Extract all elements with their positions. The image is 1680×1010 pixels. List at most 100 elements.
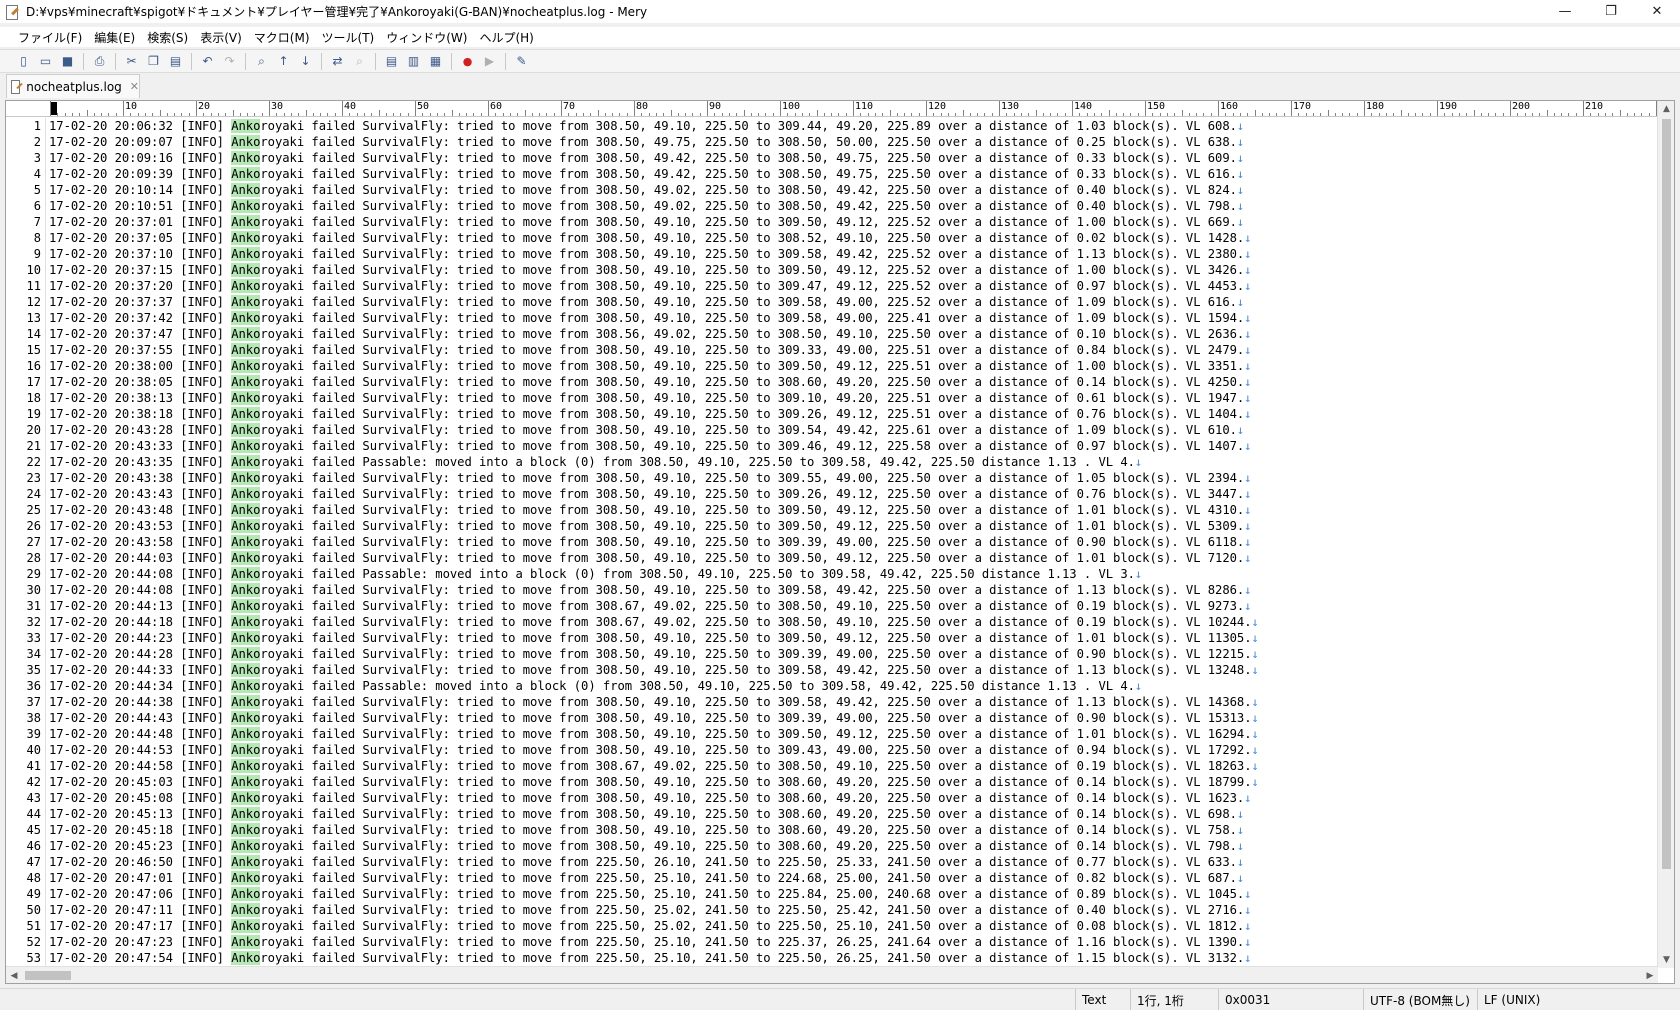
status-cursor-position[interactable]: 1行, 1桁 xyxy=(1130,989,1218,1010)
menu-item-6[interactable]: ウィンドウ(W) xyxy=(380,29,473,46)
macro-record-icon[interactable]: ● xyxy=(458,52,477,71)
tab-nocheatplus-log[interactable]: nocheatplus.log ✕ xyxy=(6,74,140,98)
menu-item-1[interactable]: 編集(E) xyxy=(88,29,141,46)
scroll-down-icon[interactable]: ▼ xyxy=(1658,952,1674,968)
redo-icon[interactable]: ↷ xyxy=(220,52,239,71)
log-line[interactable]: 17-02-20 20:45:18 [INFO] Ankoroyaki fail… xyxy=(49,822,1657,838)
scroll-up-icon[interactable]: ▲ xyxy=(1658,101,1674,117)
horizontal-scroll-thumb[interactable] xyxy=(25,971,71,980)
paste-icon[interactable]: ▤ xyxy=(166,52,185,71)
log-line[interactable]: 17-02-20 20:43:53 [INFO] Ankoroyaki fail… xyxy=(49,518,1657,534)
log-line[interactable]: 17-02-20 20:45:13 [INFO] Ankoroyaki fail… xyxy=(49,806,1657,822)
log-line[interactable]: 17-02-20 20:06:32 [INFO] Ankoroyaki fail… xyxy=(49,118,1657,134)
log-line[interactable]: 17-02-20 20:37:01 [INFO] Ankoroyaki fail… xyxy=(49,214,1657,230)
log-line[interactable]: 17-02-20 20:46:50 [INFO] Ankoroyaki fail… xyxy=(49,854,1657,870)
log-line[interactable]: 17-02-20 20:47:11 [INFO] Ankoroyaki fail… xyxy=(49,902,1657,918)
log-line[interactable]: 17-02-20 20:37:55 [INFO] Ankoroyaki fail… xyxy=(49,342,1657,358)
menu-item-2[interactable]: 検索(S) xyxy=(141,29,194,46)
scroll-right-icon[interactable]: ▶ xyxy=(1642,967,1658,983)
cut-icon[interactable]: ✂ xyxy=(122,52,141,71)
find-in-files-icon[interactable]: ⌕ xyxy=(350,52,369,71)
view-split-icon[interactable]: ▥ xyxy=(404,52,423,71)
menu-item-7[interactable]: ヘルプ(H) xyxy=(473,29,539,46)
log-line[interactable]: 17-02-20 20:09:16 [INFO] Ankoroyaki fail… xyxy=(49,150,1657,166)
view-columns-icon[interactable]: ▦ xyxy=(426,52,445,71)
log-line[interactable]: 17-02-20 20:44:58 [INFO] Ankoroyaki fail… xyxy=(49,758,1657,774)
log-line[interactable]: 17-02-20 20:47:17 [INFO] Ankoroyaki fail… xyxy=(49,918,1657,934)
log-line[interactable]: 17-02-20 20:43:35 [INFO] Ankoroyaki fail… xyxy=(49,454,1657,470)
view-single-icon[interactable]: ▤ xyxy=(382,52,401,71)
find-icon[interactable]: ⌕ xyxy=(252,52,271,71)
status-encoding[interactable]: UTF-8 (BOM無し) xyxy=(1363,989,1477,1010)
find-next-icon[interactable]: ↓ xyxy=(296,52,315,71)
log-line[interactable]: 17-02-20 20:38:00 [INFO] Ankoroyaki fail… xyxy=(49,358,1657,374)
log-line[interactable]: 17-02-20 20:37:10 [INFO] Ankoroyaki fail… xyxy=(49,246,1657,262)
menu-item-0[interactable]: ファイル(F) xyxy=(12,29,88,46)
save-icon[interactable]: ■ xyxy=(58,52,77,71)
replace-icon[interactable]: ⇄ xyxy=(328,52,347,71)
log-line[interactable]: 17-02-20 20:44:34 [INFO] Ankoroyaki fail… xyxy=(49,678,1657,694)
vertical-scroll-thumb[interactable] xyxy=(1662,119,1671,869)
log-line[interactable]: 17-02-20 20:43:28 [INFO] Ankoroyaki fail… xyxy=(49,422,1657,438)
tools-icon[interactable]: ✎ xyxy=(512,52,531,71)
log-line[interactable]: 17-02-20 20:37:05 [INFO] Ankoroyaki fail… xyxy=(49,230,1657,246)
log-line[interactable]: 17-02-20 20:37:20 [INFO] Ankoroyaki fail… xyxy=(49,278,1657,294)
text-lines[interactable]: 17-02-20 20:06:32 [INFO] Ankoroyaki fail… xyxy=(49,118,1657,968)
log-line[interactable]: 17-02-20 20:44:28 [INFO] Ankoroyaki fail… xyxy=(49,646,1657,662)
log-line[interactable]: 17-02-20 20:47:06 [INFO] Ankoroyaki fail… xyxy=(49,886,1657,902)
log-line[interactable]: 17-02-20 20:37:47 [INFO] Ankoroyaki fail… xyxy=(49,326,1657,342)
log-line[interactable]: 17-02-20 20:43:43 [INFO] Ankoroyaki fail… xyxy=(49,486,1657,502)
status-line-ending[interactable]: LF (UNIX) xyxy=(1477,989,1680,1010)
log-line[interactable]: 17-02-20 20:47:23 [INFO] Ankoroyaki fail… xyxy=(49,934,1657,950)
log-line[interactable]: 17-02-20 20:10:14 [INFO] Ankoroyaki fail… xyxy=(49,182,1657,198)
log-line[interactable]: 17-02-20 20:43:48 [INFO] Ankoroyaki fail… xyxy=(49,502,1657,518)
macro-play-icon[interactable]: ▶ xyxy=(480,52,499,71)
log-line[interactable]: 17-02-20 20:09:39 [INFO] Ankoroyaki fail… xyxy=(49,166,1657,182)
editor-area[interactable]: 0102030405060708090100110120130140150160… xyxy=(5,100,1675,984)
horizontal-scrollbar[interactable]: ◀ ▶ xyxy=(6,966,1658,983)
undo-icon[interactable]: ↶ xyxy=(198,52,217,71)
log-line[interactable]: 17-02-20 20:45:08 [INFO] Ankoroyaki fail… xyxy=(49,790,1657,806)
log-line[interactable]: 17-02-20 20:38:05 [INFO] Ankoroyaki fail… xyxy=(49,374,1657,390)
close-button[interactable]: ✕ xyxy=(1634,0,1680,23)
log-line[interactable]: 17-02-20 20:44:08 [INFO] Ankoroyaki fail… xyxy=(49,566,1657,582)
log-line[interactable]: 17-02-20 20:45:03 [INFO] Ankoroyaki fail… xyxy=(49,774,1657,790)
scroll-left-icon[interactable]: ◀ xyxy=(6,967,22,983)
log-line[interactable]: 17-02-20 20:44:13 [INFO] Ankoroyaki fail… xyxy=(49,598,1657,614)
log-line[interactable]: 17-02-20 20:37:37 [INFO] Ankoroyaki fail… xyxy=(49,294,1657,310)
print-icon[interactable]: ⎙ xyxy=(90,52,109,71)
log-line[interactable]: 17-02-20 20:45:23 [INFO] Ankoroyaki fail… xyxy=(49,838,1657,854)
copy-icon[interactable]: ❐ xyxy=(144,52,163,71)
log-line[interactable]: 17-02-20 20:44:23 [INFO] Ankoroyaki fail… xyxy=(49,630,1657,646)
log-line[interactable]: 17-02-20 20:44:48 [INFO] Ankoroyaki fail… xyxy=(49,726,1657,742)
log-line[interactable]: 17-02-20 20:44:03 [INFO] Ankoroyaki fail… xyxy=(49,550,1657,566)
tab-close-icon[interactable]: ✕ xyxy=(130,80,139,93)
log-line[interactable]: 17-02-20 20:44:33 [INFO] Ankoroyaki fail… xyxy=(49,662,1657,678)
menu-item-4[interactable]: マクロ(M) xyxy=(248,29,316,46)
log-line[interactable]: 17-02-20 20:43:33 [INFO] Ankoroyaki fail… xyxy=(49,438,1657,454)
maximize-button[interactable]: ❐ xyxy=(1588,0,1634,23)
log-line[interactable]: 17-02-20 20:10:51 [INFO] Ankoroyaki fail… xyxy=(49,198,1657,214)
app-icon[interactable] xyxy=(4,4,20,20)
log-line[interactable]: 17-02-20 20:38:13 [INFO] Ankoroyaki fail… xyxy=(49,390,1657,406)
status-mode[interactable]: Text xyxy=(1075,989,1130,1010)
log-line[interactable]: 17-02-20 20:47:01 [INFO] Ankoroyaki fail… xyxy=(49,870,1657,886)
new-file-icon[interactable]: ▯ xyxy=(14,52,33,71)
menu-item-5[interactable]: ツール(T) xyxy=(316,29,381,46)
find-previous-icon[interactable]: ↑ xyxy=(274,52,293,71)
log-line[interactable]: 17-02-20 20:44:18 [INFO] Ankoroyaki fail… xyxy=(49,614,1657,630)
log-line[interactable]: 17-02-20 20:38:18 [INFO] Ankoroyaki fail… xyxy=(49,406,1657,422)
minimize-button[interactable]: — xyxy=(1542,0,1588,23)
open-folder-icon[interactable]: ▭ xyxy=(36,52,55,71)
log-line[interactable]: 17-02-20 20:37:42 [INFO] Ankoroyaki fail… xyxy=(49,310,1657,326)
log-line[interactable]: 17-02-20 20:47:54 [INFO] Ankoroyaki fail… xyxy=(49,950,1657,966)
log-line[interactable]: 17-02-20 20:44:53 [INFO] Ankoroyaki fail… xyxy=(49,742,1657,758)
vertical-scrollbar[interactable]: ▲ ▼ xyxy=(1657,101,1674,968)
log-line[interactable]: 17-02-20 20:44:43 [INFO] Ankoroyaki fail… xyxy=(49,710,1657,726)
log-line[interactable]: 17-02-20 20:44:08 [INFO] Ankoroyaki fail… xyxy=(49,582,1657,598)
log-line[interactable]: 17-02-20 20:43:58 [INFO] Ankoroyaki fail… xyxy=(49,534,1657,550)
menu-item-3[interactable]: 表示(V) xyxy=(194,29,248,46)
log-line[interactable]: 17-02-20 20:44:38 [INFO] Ankoroyaki fail… xyxy=(49,694,1657,710)
log-line[interactable]: 17-02-20 20:43:38 [INFO] Ankoroyaki fail… xyxy=(49,470,1657,486)
log-line[interactable]: 17-02-20 20:09:07 [INFO] Ankoroyaki fail… xyxy=(49,134,1657,150)
